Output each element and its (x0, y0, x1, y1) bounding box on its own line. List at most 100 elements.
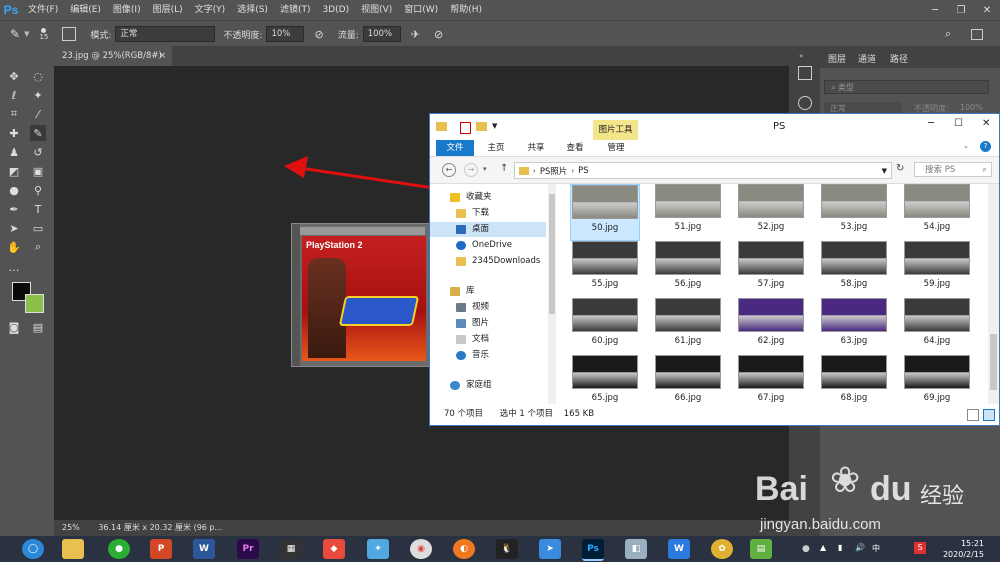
bird-app-icon[interactable]: ✦ (367, 539, 389, 559)
recent-locations-icon[interactable]: ▾ (483, 165, 487, 173)
layer-opacity-value[interactable]: 100% (960, 103, 983, 112)
help-icon[interactable]: ? (980, 141, 991, 152)
file-name: 61.jpg (674, 336, 702, 346)
video-editor-icon[interactable]: ▦ (280, 539, 302, 559)
browser-icon[interactable]: ◐ (453, 539, 475, 559)
nav-documents[interactable]: 文档 (456, 332, 489, 347)
file-explorer-taskbar-icon[interactable] (62, 539, 84, 559)
notepad-icon[interactable]: ◧ (625, 539, 647, 559)
nav-scrollbar[interactable] (548, 184, 556, 404)
file-name: 59.jpg (923, 279, 951, 289)
close-icon[interactable]: ✕ (982, 118, 990, 129)
file-item[interactable]: 58.jpg (819, 241, 889, 298)
tab-channels[interactable]: 通道 (858, 52, 876, 65)
start-button-icon[interactable]: ◯ (22, 539, 44, 559)
search-placeholder: 搜索 PS (925, 165, 956, 175)
details-view-icon[interactable] (967, 409, 979, 421)
zoom-level[interactable]: 25% (62, 523, 80, 532)
address-field[interactable]: › PS照片 › PS ▼ (514, 162, 892, 179)
paw-icon: ❀ (830, 460, 861, 501)
nav-label: 收藏夹 (466, 192, 492, 202)
file-name: 57.jpg (757, 279, 785, 289)
breadcrumb-ps-photos[interactable]: PS照片 (540, 165, 568, 177)
nav-label: 桌面 (472, 224, 490, 234)
large-icons-view-icon[interactable] (983, 409, 995, 421)
file-name: 65.jpg (591, 393, 619, 403)
file-item[interactable]: 54.jpg (902, 184, 972, 241)
chevron-down-icon[interactable]: ▼ (492, 122, 497, 130)
file-grid: 50.jpg 51.jpg 52.jpg 53.jpg 54.jpg 55.jpg 56.j… (570, 184, 988, 404)
file-item[interactable]: 51.jpg (653, 184, 723, 241)
tab-layers[interactable]: 图层 (828, 52, 846, 65)
qq-tray-icon[interactable]: ● (802, 544, 810, 554)
selected-size: 165 KB (563, 409, 595, 419)
chrome-icon[interactable]: ◉ (410, 539, 432, 559)
nav-onedrive[interactable]: OneDrive (456, 238, 512, 253)
nav-scroll-thumb[interactable] (549, 194, 555, 314)
file-scrollbar[interactable] (988, 184, 999, 404)
adjustments-panel-icon[interactable] (798, 96, 812, 110)
search-box[interactable]: 搜索 PS ⌕ (914, 162, 992, 177)
nav-pictures[interactable]: 图片 (456, 316, 489, 331)
nav-favorites[interactable]: 收藏夹 (450, 190, 492, 205)
wechat-icon[interactable]: ● (108, 539, 130, 559)
panel-collapse-icon[interactable]: « (799, 52, 803, 60)
back-icon[interactable]: ← (442, 163, 456, 177)
minimize-icon[interactable]: ─ (928, 118, 934, 129)
forward-icon[interactable]: → (464, 163, 478, 177)
nav-2345downloads[interactable]: 2345Downloads (456, 254, 540, 269)
file-item[interactable]: 59.jpg (902, 241, 972, 298)
up-icon[interactable]: ↑ (500, 163, 508, 174)
nav-homegroup[interactable]: 家庭组 (450, 378, 492, 393)
word-icon[interactable]: W (193, 539, 215, 559)
maximize-icon[interactable]: ☐ (954, 118, 963, 129)
feishu-icon[interactable]: ➤ (539, 539, 561, 559)
nav-desktop[interactable]: 桌面 (430, 222, 546, 237)
file-item[interactable]: 57.jpg (736, 241, 806, 298)
photoshop-taskbar-icon[interactable]: Ps (582, 539, 604, 561)
chevron-down-icon[interactable]: ▼ (882, 167, 887, 175)
tab-home[interactable]: 主页 (478, 140, 514, 156)
app-icon[interactable]: ◆ (323, 539, 345, 559)
breadcrumb-ps[interactable]: PS (578, 166, 589, 176)
file-item[interactable]: 63.jpg (819, 298, 889, 355)
history-panel-icon[interactable] (798, 66, 812, 80)
file-thumbnail (738, 355, 804, 389)
file-item[interactable]: 61.jpg (653, 298, 723, 355)
file-item[interactable]: 56.jpg (653, 241, 723, 298)
file-thumbnail (655, 298, 721, 332)
layer-filter-field[interactable]: ⌕ 类型 (824, 80, 989, 94)
file-item[interactable]: 64.jpg (902, 298, 972, 355)
file-name: 64.jpg (923, 336, 951, 346)
file-name: 56.jpg (674, 279, 702, 289)
file-item[interactable]: 55.jpg (570, 241, 640, 298)
file-scroll-thumb[interactable] (990, 334, 997, 390)
tab-manage[interactable]: 管理 (596, 140, 636, 156)
nav-downloads[interactable]: 下载 (456, 206, 489, 221)
new-folder-icon[interactable] (476, 122, 487, 131)
file-thumbnail (655, 241, 721, 275)
tab-share[interactable]: 共享 (518, 140, 554, 156)
qq-icon[interactable]: 🐧 (496, 539, 518, 559)
file-item[interactable]: 60.jpg (570, 298, 640, 355)
file-item[interactable]: 62.jpg (736, 298, 806, 355)
chevron-down-icon[interactable]: ⌄ (963, 142, 969, 150)
file-name: 69.jpg (923, 393, 951, 403)
nav-videos[interactable]: 视频 (456, 300, 489, 315)
watermark-brand-suffix: du (870, 470, 912, 508)
tab-file[interactable]: 文件 (436, 140, 474, 156)
premiere-icon[interactable]: Pr (237, 539, 259, 559)
refresh-icon[interactable]: ↻ (896, 163, 904, 174)
document-size[interactable]: 36.14 厘米 x 20.32 厘米 (96 p... (98, 523, 222, 532)
folder-icon (436, 122, 447, 131)
wps-icon[interactable]: W (668, 539, 690, 559)
properties-icon[interactable] (460, 122, 471, 134)
nav-music[interactable]: 音乐 (456, 348, 489, 363)
file-item[interactable]: 53.jpg (819, 184, 889, 241)
tab-paths[interactable]: 路径 (890, 52, 908, 65)
nav-library[interactable]: 库 (450, 284, 475, 299)
file-item[interactable]: 52.jpg (736, 184, 806, 241)
powerpoint-icon[interactable]: P (150, 539, 172, 559)
tab-view[interactable]: 查看 (557, 140, 593, 156)
file-item[interactable]: 50.jpg (570, 184, 640, 241)
